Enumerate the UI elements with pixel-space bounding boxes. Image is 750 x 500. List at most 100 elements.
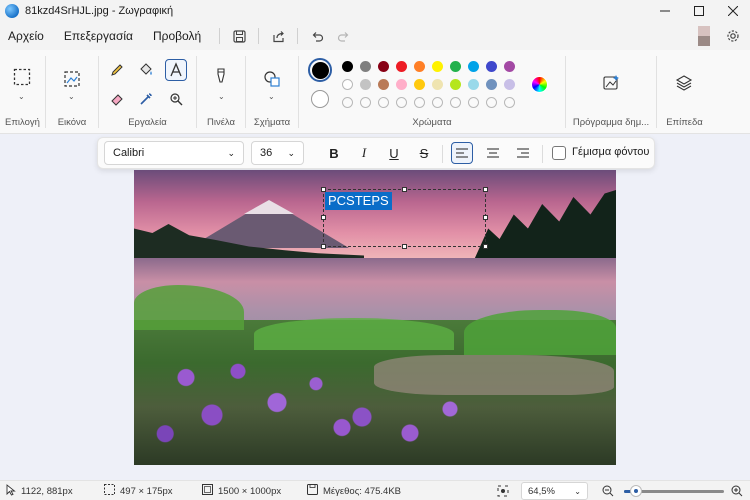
- palette-color-swatch[interactable]: [414, 61, 425, 72]
- color-picker-icon[interactable]: [135, 88, 157, 110]
- group-shapes: ⌄ Σχήματα: [246, 50, 298, 134]
- layers-icon[interactable]: [673, 72, 695, 94]
- palette-color-swatch[interactable]: [360, 61, 371, 72]
- palette-color-swatch[interactable]: [468, 61, 479, 72]
- custom-color-slot[interactable]: [414, 97, 425, 108]
- font-family-dropdown[interactable]: Calibri ⌄: [104, 141, 244, 165]
- shapes-icon[interactable]: [261, 68, 283, 90]
- fit-to-window-icon[interactable]: [497, 483, 509, 499]
- palette-color-swatch[interactable]: [414, 79, 425, 90]
- secondary-color[interactable]: [311, 90, 329, 108]
- chevron-down-icon[interactable]: ⌄: [268, 92, 275, 101]
- group-creator: Πρόγραμμα δημ...: [566, 50, 656, 134]
- image-flowers: [314, 385, 474, 465]
- image-grass: [464, 310, 616, 355]
- close-icon[interactable]: [716, 0, 750, 22]
- brush-icon[interactable]: [210, 66, 232, 88]
- zoom-slider-thumb[interactable]: [630, 485, 642, 497]
- custom-color-slot[interactable]: [468, 97, 479, 108]
- font-size-dropdown[interactable]: 36 ⌄: [251, 141, 304, 165]
- palette-color-swatch[interactable]: [396, 61, 407, 72]
- strikethrough-button[interactable]: S: [413, 142, 435, 164]
- align-left-icon[interactable]: [451, 142, 473, 164]
- resize-handle[interactable]: [321, 244, 326, 249]
- image-crop-icon[interactable]: [61, 68, 83, 90]
- underline-button[interactable]: U: [383, 142, 405, 164]
- resize-handle[interactable]: [321, 215, 326, 220]
- palette-color-swatch[interactable]: [378, 79, 389, 90]
- zoom-in-icon[interactable]: [731, 483, 743, 499]
- palette-color-swatch[interactable]: [450, 61, 461, 72]
- palette-color-swatch[interactable]: [432, 79, 443, 90]
- text-icon[interactable]: [165, 59, 187, 81]
- palette-color-swatch[interactable]: [450, 79, 461, 90]
- chevron-down-icon: ⌄: [574, 486, 581, 496]
- group-label-shapes: Σχήματα: [253, 117, 291, 128]
- align-center-icon[interactable]: [482, 142, 504, 164]
- resize-handle[interactable]: [402, 244, 407, 249]
- chevron-down-icon[interactable]: ⌄: [68, 92, 75, 101]
- custom-color-slot[interactable]: [396, 97, 407, 108]
- group-brushes: ⌄ Πινέλα: [197, 50, 245, 134]
- menu-view[interactable]: Προβολή: [153, 29, 201, 43]
- pencil-icon[interactable]: [106, 59, 128, 81]
- resize-handle[interactable]: [402, 187, 407, 192]
- custom-color-slot[interactable]: [486, 97, 497, 108]
- align-right-icon[interactable]: [512, 142, 534, 164]
- selection-rect-icon[interactable]: [11, 66, 33, 88]
- resize-handle[interactable]: [483, 215, 488, 220]
- palette-color-swatch[interactable]: [432, 61, 443, 72]
- palette-color-swatch[interactable]: [342, 79, 353, 90]
- fill-background-checkbox[interactable]: [552, 146, 566, 160]
- share-icon[interactable]: [265, 25, 291, 47]
- magnifier-icon[interactable]: [165, 88, 187, 110]
- redo-icon[interactable]: [330, 25, 356, 47]
- chevron-down-icon[interactable]: ⌄: [18, 92, 25, 101]
- eraser-icon[interactable]: [106, 88, 128, 110]
- menu-file[interactable]: Αρχείο: [8, 29, 44, 43]
- color-swatch-icon[interactable]: [698, 26, 710, 46]
- primary-color[interactable]: [308, 58, 332, 82]
- custom-color-slot[interactable]: [450, 97, 461, 108]
- zoom-dropdown[interactable]: 64,5% ⌄: [521, 482, 588, 500]
- zoom-value: 64,5%: [528, 485, 555, 497]
- font-family-value: Calibri: [113, 147, 145, 159]
- textbar-divider: [442, 145, 443, 163]
- group-image: ⌄ Εικόνα: [46, 50, 98, 134]
- palette-color-swatch[interactable]: [504, 61, 515, 72]
- custom-color-slot[interactable]: [360, 97, 371, 108]
- resize-handle[interactable]: [483, 244, 488, 249]
- menu-edit[interactable]: Επεξεργασία: [64, 29, 133, 43]
- chevron-down-icon: ⌄: [287, 147, 295, 158]
- palette-color-swatch[interactable]: [342, 61, 353, 72]
- custom-color-slot[interactable]: [504, 97, 515, 108]
- font-size-value: 36: [260, 147, 273, 159]
- italic-button[interactable]: I: [353, 142, 375, 164]
- settings-gear-icon[interactable]: [720, 25, 746, 47]
- resize-handle[interactable]: [483, 187, 488, 192]
- palette-color-swatch[interactable]: [486, 79, 497, 90]
- custom-color-slot[interactable]: [378, 97, 389, 108]
- palette-color-swatch[interactable]: [360, 79, 371, 90]
- custom-color-slot[interactable]: [342, 97, 353, 108]
- fill-bucket-icon[interactable]: [135, 59, 157, 81]
- status-bar: 1122, 881px 497 × 175px 1500 × 1000px Μέ…: [0, 480, 750, 500]
- palette-color-swatch[interactable]: [396, 79, 407, 90]
- minimize-icon[interactable]: [648, 0, 682, 22]
- chevron-down-icon[interactable]: ⌄: [218, 92, 225, 101]
- palette-color-swatch[interactable]: [486, 61, 497, 72]
- palette-color-swatch[interactable]: [504, 79, 515, 90]
- typed-text[interactable]: PCSTEPS: [325, 192, 392, 210]
- palette-color-swatch[interactable]: [468, 79, 479, 90]
- zoom-out-icon[interactable]: [602, 483, 614, 499]
- disk-icon: [307, 484, 318, 498]
- custom-color-slot[interactable]: [432, 97, 443, 108]
- undo-icon[interactable]: [304, 25, 330, 47]
- bold-button[interactable]: B: [323, 142, 345, 164]
- image-creator-icon[interactable]: [600, 72, 622, 94]
- save-icon[interactable]: [226, 25, 252, 47]
- maximize-icon[interactable]: [682, 0, 716, 22]
- color-wheel-icon[interactable]: [531, 76, 548, 93]
- palette-color-swatch[interactable]: [378, 61, 389, 72]
- group-label-layers: Επίπεδα: [666, 117, 703, 128]
